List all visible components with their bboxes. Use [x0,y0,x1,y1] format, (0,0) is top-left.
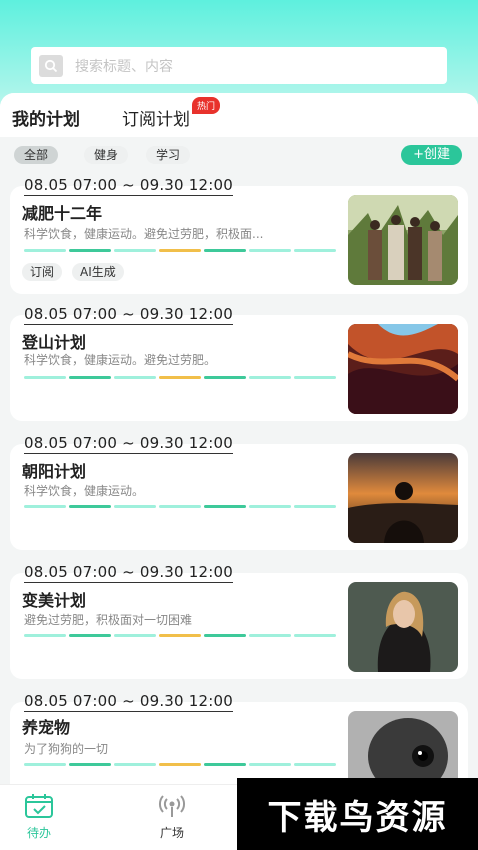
filter-chip-study[interactable]: 学习 [146,146,191,164]
filter-chip-all[interactable]: 全部 [14,146,59,164]
watermark: 下载鸟资源 [237,778,478,850]
plan-date: 08.05 07:00 ~ 09.30 12:00 [24,176,233,196]
tag-ai-generated: AI生成 [72,263,124,281]
search-input[interactable]: 搜索标题、内容 [75,56,173,76]
plan-thumbnail [348,324,458,414]
plan-card[interactable]: 08.05 07:00 ~ 09.30 12:00 减肥十二年 科学饮食，健康运… [10,176,468,294]
nav-todo[interactable]: 待办 [24,793,54,841]
plan-card[interactable]: 08.05 07:00 ~ 09.30 12:00 变美计划 避免过劳肥，积极面… [10,563,468,679]
plan-description: 科学饮食，健康运动。 [24,484,145,498]
plan-description: 科学饮食，健康运动。避免过劳肥，积极面... [24,227,264,241]
plan-date: 08.05 07:00 ~ 09.30 12:00 [24,434,233,454]
progress-bars [24,763,336,766]
plan-title: 朝阳计划 [22,462,87,481]
plan-description: 避免过劳肥，积极面对一切困难 [24,613,193,627]
plan-card[interactable]: 08.05 07:00 ~ 09.30 12:00 朝阳计划 科学饮食，健康运动… [10,434,468,550]
plan-description: 科学饮食，健康运动。避免过劳肥。 [24,353,217,367]
plan-title: 登山计划 [22,333,87,352]
tab-my-plans[interactable]: 我的计划 [10,105,96,133]
nav-todo-label: 待办 [26,826,51,840]
calendar-check-icon [25,794,53,818]
progress-bars [24,249,336,252]
broadcast-icon [159,795,185,817]
tag-subscribed: 订阅 [22,263,63,281]
tab-subscribed-plans[interactable]: 订阅计划 [122,105,190,130]
hot-badge: 热门 [192,97,221,114]
plan-thumbnail [348,195,458,285]
plan-description: 为了狗狗的一切 [24,742,109,756]
plan-date: 08.05 07:00 ~ 09.30 12:00 [24,563,233,583]
filter-chip-fitness[interactable]: 健身 [84,146,129,164]
plan-tabs: 我的计划 订阅计划 热门 [0,93,478,137]
plan-date: 08.05 07:00 ~ 09.30 12:00 [24,692,233,712]
create-button[interactable]: +创建 [401,145,462,165]
search-bar[interactable]: 搜索标题、内容 [31,47,447,84]
plan-title: 减肥十二年 [22,204,103,223]
main-panel: 我的计划 订阅计划 热门 全部 健身 学习 +创建 08.05 07:00 ~ … [0,93,478,850]
nav-square[interactable]: 广场 [157,793,187,841]
plan-thumbnail [348,582,458,672]
progress-bars [24,376,336,379]
search-icon [39,54,63,77]
nav-square-label: 广场 [159,826,184,840]
progress-bars [24,505,336,508]
progress-bars [24,634,336,637]
filter-row: 全部 健身 学习 +创建 [0,141,478,167]
plan-title: 养宠物 [22,718,71,737]
plan-date: 08.05 07:00 ~ 09.30 12:00 [24,305,233,325]
plan-card[interactable]: 08.05 07:00 ~ 09.30 12:00 登山计划 科学饮食，健康运动… [10,305,468,421]
plan-thumbnail [348,453,458,543]
plan-title: 变美计划 [22,591,87,610]
